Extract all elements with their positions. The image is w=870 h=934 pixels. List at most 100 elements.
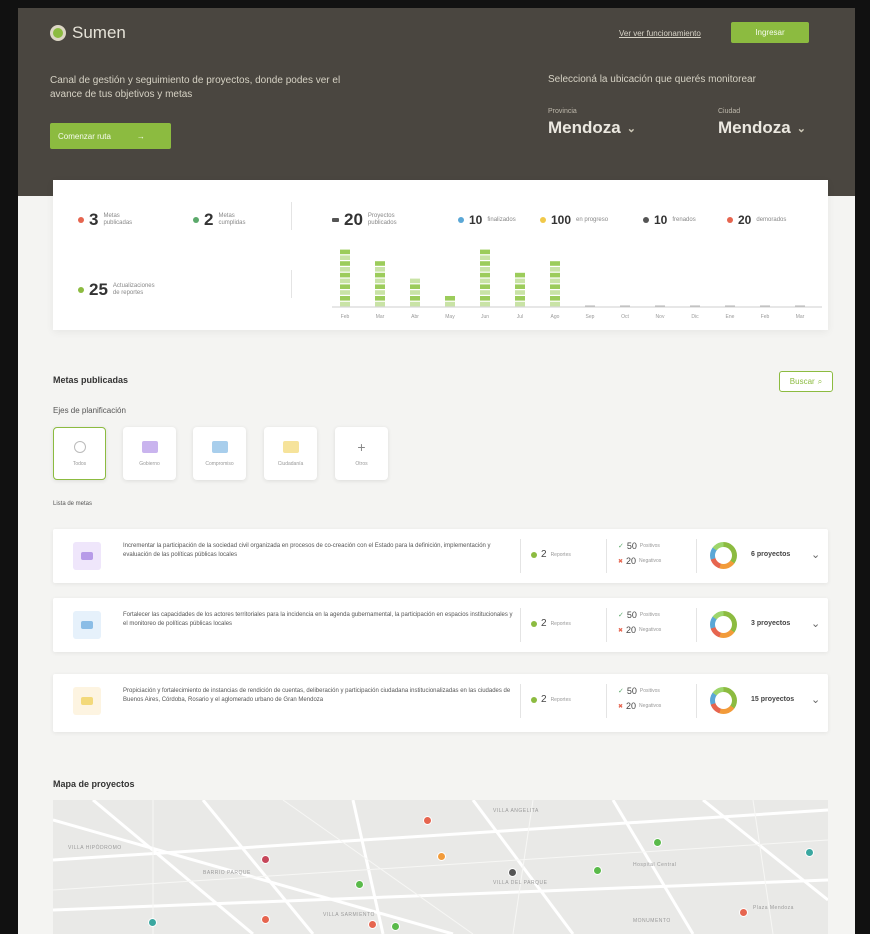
eje-label: Compromiso: [205, 460, 234, 467]
chart-bar-segment: [410, 296, 420, 301]
stat-demorados: 20 demorados: [727, 213, 786, 227]
meta-row[interactable]: Propiciación y fortalecimiento de instan…: [53, 674, 828, 732]
lista-label: Lista de metas: [53, 501, 93, 507]
map-place-label: VILLA HIPÓDROMO: [68, 845, 122, 851]
negative-value: 20: [626, 701, 637, 711]
projects-bar-chart: Feb Mar Abr May Jun Jul Ago Sep Oct Nov Dic Ene Feb M…: [332, 249, 822, 320]
projects-count[interactable]: 6 proyectos: [751, 551, 790, 558]
eje-tile[interactable]: + Otros: [335, 427, 388, 480]
projects-map[interactable]: VILLA HIPÓDROMO VILLA ANGELITA BARRIO PA…: [53, 800, 828, 934]
meta-negative: ✖ 20 Negativos: [618, 625, 661, 635]
map-pin[interactable]: [593, 866, 602, 875]
reports-label: Reportes: [550, 696, 571, 703]
stat-label: en progreso: [576, 216, 609, 223]
chart-bar-segment: [340, 267, 350, 272]
chart-bar-segment: [480, 296, 490, 301]
chart-bar-segment: [480, 278, 490, 284]
stat-value: 20: [738, 213, 752, 227]
chart-bar: [375, 261, 385, 307]
meta-row[interactable]: Incrementar la participación de la socie…: [53, 529, 828, 583]
map-pin[interactable]: [653, 838, 662, 847]
stat-value: 10: [654, 213, 668, 227]
stat-label: Proyectos publicados: [367, 213, 397, 226]
map-pin[interactable]: [391, 922, 400, 931]
check-icon: ✓: [618, 612, 624, 619]
stat-label: Actualizaciones de reportes: [112, 283, 155, 296]
map-place-label: MONUMENTO: [633, 918, 671, 924]
chart-bar-segment: [375, 267, 385, 272]
chart-bar-segment: [515, 290, 525, 295]
projects-donut-chart: [710, 687, 737, 714]
check-icon: ✓: [618, 688, 624, 695]
bulb-icon: [282, 440, 299, 453]
location-prompt: Seleccioná la ubicación que querés monit…: [548, 74, 756, 85]
magnifier-icon: ⌕: [817, 376, 823, 386]
meta-glyph-icon: [81, 621, 93, 629]
chart-bar: [340, 249, 350, 307]
stat-label: demorados: [756, 216, 787, 223]
start-route-button[interactable]: Comenzar ruta →: [50, 123, 171, 149]
eje-tile[interactable]: Gobierno: [123, 427, 176, 480]
eje-tile[interactable]: Todos: [53, 427, 106, 480]
login-button[interactable]: Ingresar: [731, 22, 809, 43]
projects-count[interactable]: 15 proyectos: [751, 696, 794, 703]
projects-count[interactable]: 3 proyectos: [751, 620, 790, 627]
meta-text: Propiciación y fortalecimiento de instan…: [123, 688, 511, 703]
chart-tick-label: Ene: [726, 314, 735, 320]
map-pin[interactable]: [805, 848, 814, 857]
stat-metas-publicadas: 3 Metas publicadas: [78, 210, 132, 230]
search-button[interactable]: Buscar ⌕: [779, 371, 833, 392]
chart-bar-segment: [515, 278, 525, 284]
map-pin[interactable]: [355, 880, 364, 889]
stat-value: 10: [469, 213, 483, 227]
divider: [520, 608, 521, 642]
stat-value: 25: [89, 280, 108, 299]
chart-bar-segment: [480, 255, 490, 260]
positive-value: 50: [626, 541, 637, 551]
map-pin[interactable]: [739, 908, 748, 917]
app-logo[interactable]: Sumen: [50, 23, 126, 43]
chevron-down-icon[interactable]: ⌄: [811, 693, 820, 706]
province-select[interactable]: Mendoza ⌄: [548, 118, 636, 138]
map-pin[interactable]: [148, 918, 157, 927]
meta-row[interactable]: Fortalecer las capacidades de los actore…: [53, 598, 828, 652]
chart-tick-label: Ago: [551, 314, 560, 320]
chevron-down-icon[interactable]: ⌄: [811, 548, 820, 561]
map-pin[interactable]: [508, 868, 517, 877]
map-pin[interactable]: [423, 816, 432, 825]
divider: [291, 270, 292, 298]
chart-bar-segment: [515, 272, 525, 278]
eje-tile[interactable]: Ciudadanía: [264, 427, 317, 480]
map-streets: [53, 800, 828, 934]
map-pin[interactable]: [261, 855, 270, 864]
eje-label: Ciudadanía: [277, 460, 304, 467]
how-it-works-link[interactable]: Ver ver funcionamiento: [619, 29, 701, 38]
stat-proyectos: 20 Proyectos publicados: [332, 210, 397, 230]
map-pin[interactable]: [261, 915, 270, 924]
city-select[interactable]: Mendoza ⌄: [718, 118, 806, 138]
chevron-down-icon[interactable]: ⌄: [811, 617, 820, 630]
app-frame: Sumen Ver ver funcionamiento Ingresar Ca…: [18, 8, 855, 934]
plus-icon: +: [357, 438, 366, 455]
chart-bar-segment: [340, 290, 350, 295]
chart-bar: [410, 278, 420, 307]
chart-tick-label: Feb: [341, 314, 350, 320]
province-value: Mendoza: [548, 118, 621, 137]
eje-tile[interactable]: Compromiso: [193, 427, 246, 480]
divider: [520, 684, 521, 718]
chart-tick-label: Abr: [411, 314, 419, 320]
chart-bar-segment: [375, 261, 385, 266]
divider: [606, 608, 607, 642]
chart-bar-segment: [550, 278, 560, 284]
positive-label: Positivos: [639, 688, 660, 694]
city-value: Mendoza: [718, 118, 791, 137]
chart-tick-label: Jul: [517, 314, 523, 320]
app-name: Sumen: [72, 23, 126, 42]
map-pin[interactable]: [437, 852, 446, 861]
chart-bar-segment: [550, 284, 560, 289]
chart-tick-label: Sep: [586, 314, 595, 320]
divider: [606, 684, 607, 718]
meta-reports: 2 Reportes: [531, 694, 571, 705]
map-pin[interactable]: [368, 920, 377, 929]
meta-glyph-icon: [81, 552, 93, 560]
